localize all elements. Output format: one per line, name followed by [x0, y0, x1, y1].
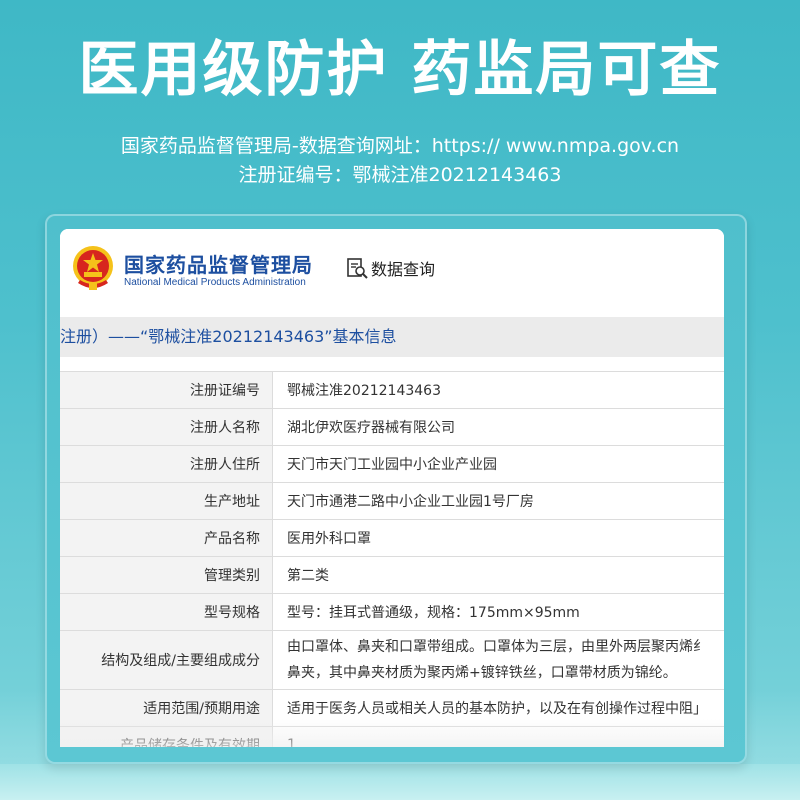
- row-label: 管理类别: [60, 556, 273, 594]
- table-row: 生产地址 天门市通港二路中小企业工业园1号厂房: [60, 482, 724, 520]
- row-label: 产品名称: [60, 519, 273, 557]
- row-value-line: 由口罩体、鼻夹和口罩带组成。口罩体为三层，由里外两层聚丙烯纟: [287, 639, 707, 655]
- table-row: 注册人名称 湖北伊欢医疗器械有限公司: [60, 408, 724, 446]
- query-website-line: 国家药品监督管理局-数据查询网址：https:// www.nmpa.gov.c…: [120, 135, 680, 157]
- row-value: 医用外科口罩: [272, 519, 724, 557]
- data-query-label: 数据查询: [371, 260, 436, 279]
- row-value: 型号：挂耳式普通级，规格：175mm×95mm: [272, 593, 724, 631]
- card-bottom-fade: [60, 719, 724, 747]
- document-search-icon: [347, 258, 368, 279]
- table-row: 注册人住所 天门市天门工业园中小企业产业园: [60, 445, 724, 483]
- row-label: 型号规格: [60, 593, 273, 631]
- nmpa-query-card: 国家药品监督管理局 National Medical Products Admi…: [60, 229, 724, 747]
- platform-base: [0, 764, 800, 800]
- data-query-link[interactable]: 数据查询: [345, 256, 435, 280]
- table-row: 产品名称 医用外科口罩: [60, 519, 724, 557]
- row-value: 天门市天门工业园中小企业产业园: [272, 445, 724, 483]
- registration-number-line: 注册证编号：鄂械注准20212143463: [238, 164, 562, 186]
- row-label: 注册人住所: [60, 445, 273, 483]
- site-header: 国家药品监督管理局 National Medical Products Admi…: [60, 229, 724, 313]
- row-label: 结构及组成/主要组成成分: [60, 630, 273, 690]
- row-value: 天门市通港二路中小企业工业园1号厂房: [272, 482, 724, 520]
- national-emblem-icon: [73, 246, 113, 290]
- org-name-cn: 国家药品监督管理局: [124, 253, 313, 277]
- registration-info-table: 注册证编号 鄂械注准20212143463 注册人名称 湖北伊欢医疗器械有限公司…: [60, 371, 724, 747]
- row-label: 注册人名称: [60, 408, 273, 446]
- row-value: 第二类: [272, 556, 724, 594]
- org-name-en: National Medical Products Administration: [124, 277, 306, 288]
- table-row: 管理类别 第二类: [60, 556, 724, 594]
- row-value-line: 鼻夹，其中鼻夹材质为聚丙烯+镀锌铁丝，口罩带材质为锦纶。: [287, 665, 677, 681]
- row-label: 生产地址: [60, 482, 273, 520]
- record-title: 注册）——“鄂械注准20212143463”基本信息: [60, 317, 724, 357]
- row-label: 注册证编号: [60, 371, 273, 409]
- table-row: 型号规格 型号：挂耳式普通级，规格：175mm×95mm: [60, 593, 724, 631]
- headline: 医用级防护 药监局可查: [78, 35, 722, 105]
- row-value: 由口罩体、鼻夹和口罩带组成。口罩体为三层，由里外两层聚丙烯纟 鼻夹，其中鼻夹材质…: [272, 630, 724, 690]
- row-value: 湖北伊欢医疗器械有限公司: [272, 408, 724, 446]
- row-value: 鄂械注准20212143463: [272, 371, 724, 409]
- table-row: 结构及组成/主要组成成分 由口罩体、鼻夹和口罩带组成。口罩体为三层，由里外两层聚…: [60, 630, 724, 690]
- table-row: 注册证编号 鄂械注准20212143463: [60, 371, 724, 409]
